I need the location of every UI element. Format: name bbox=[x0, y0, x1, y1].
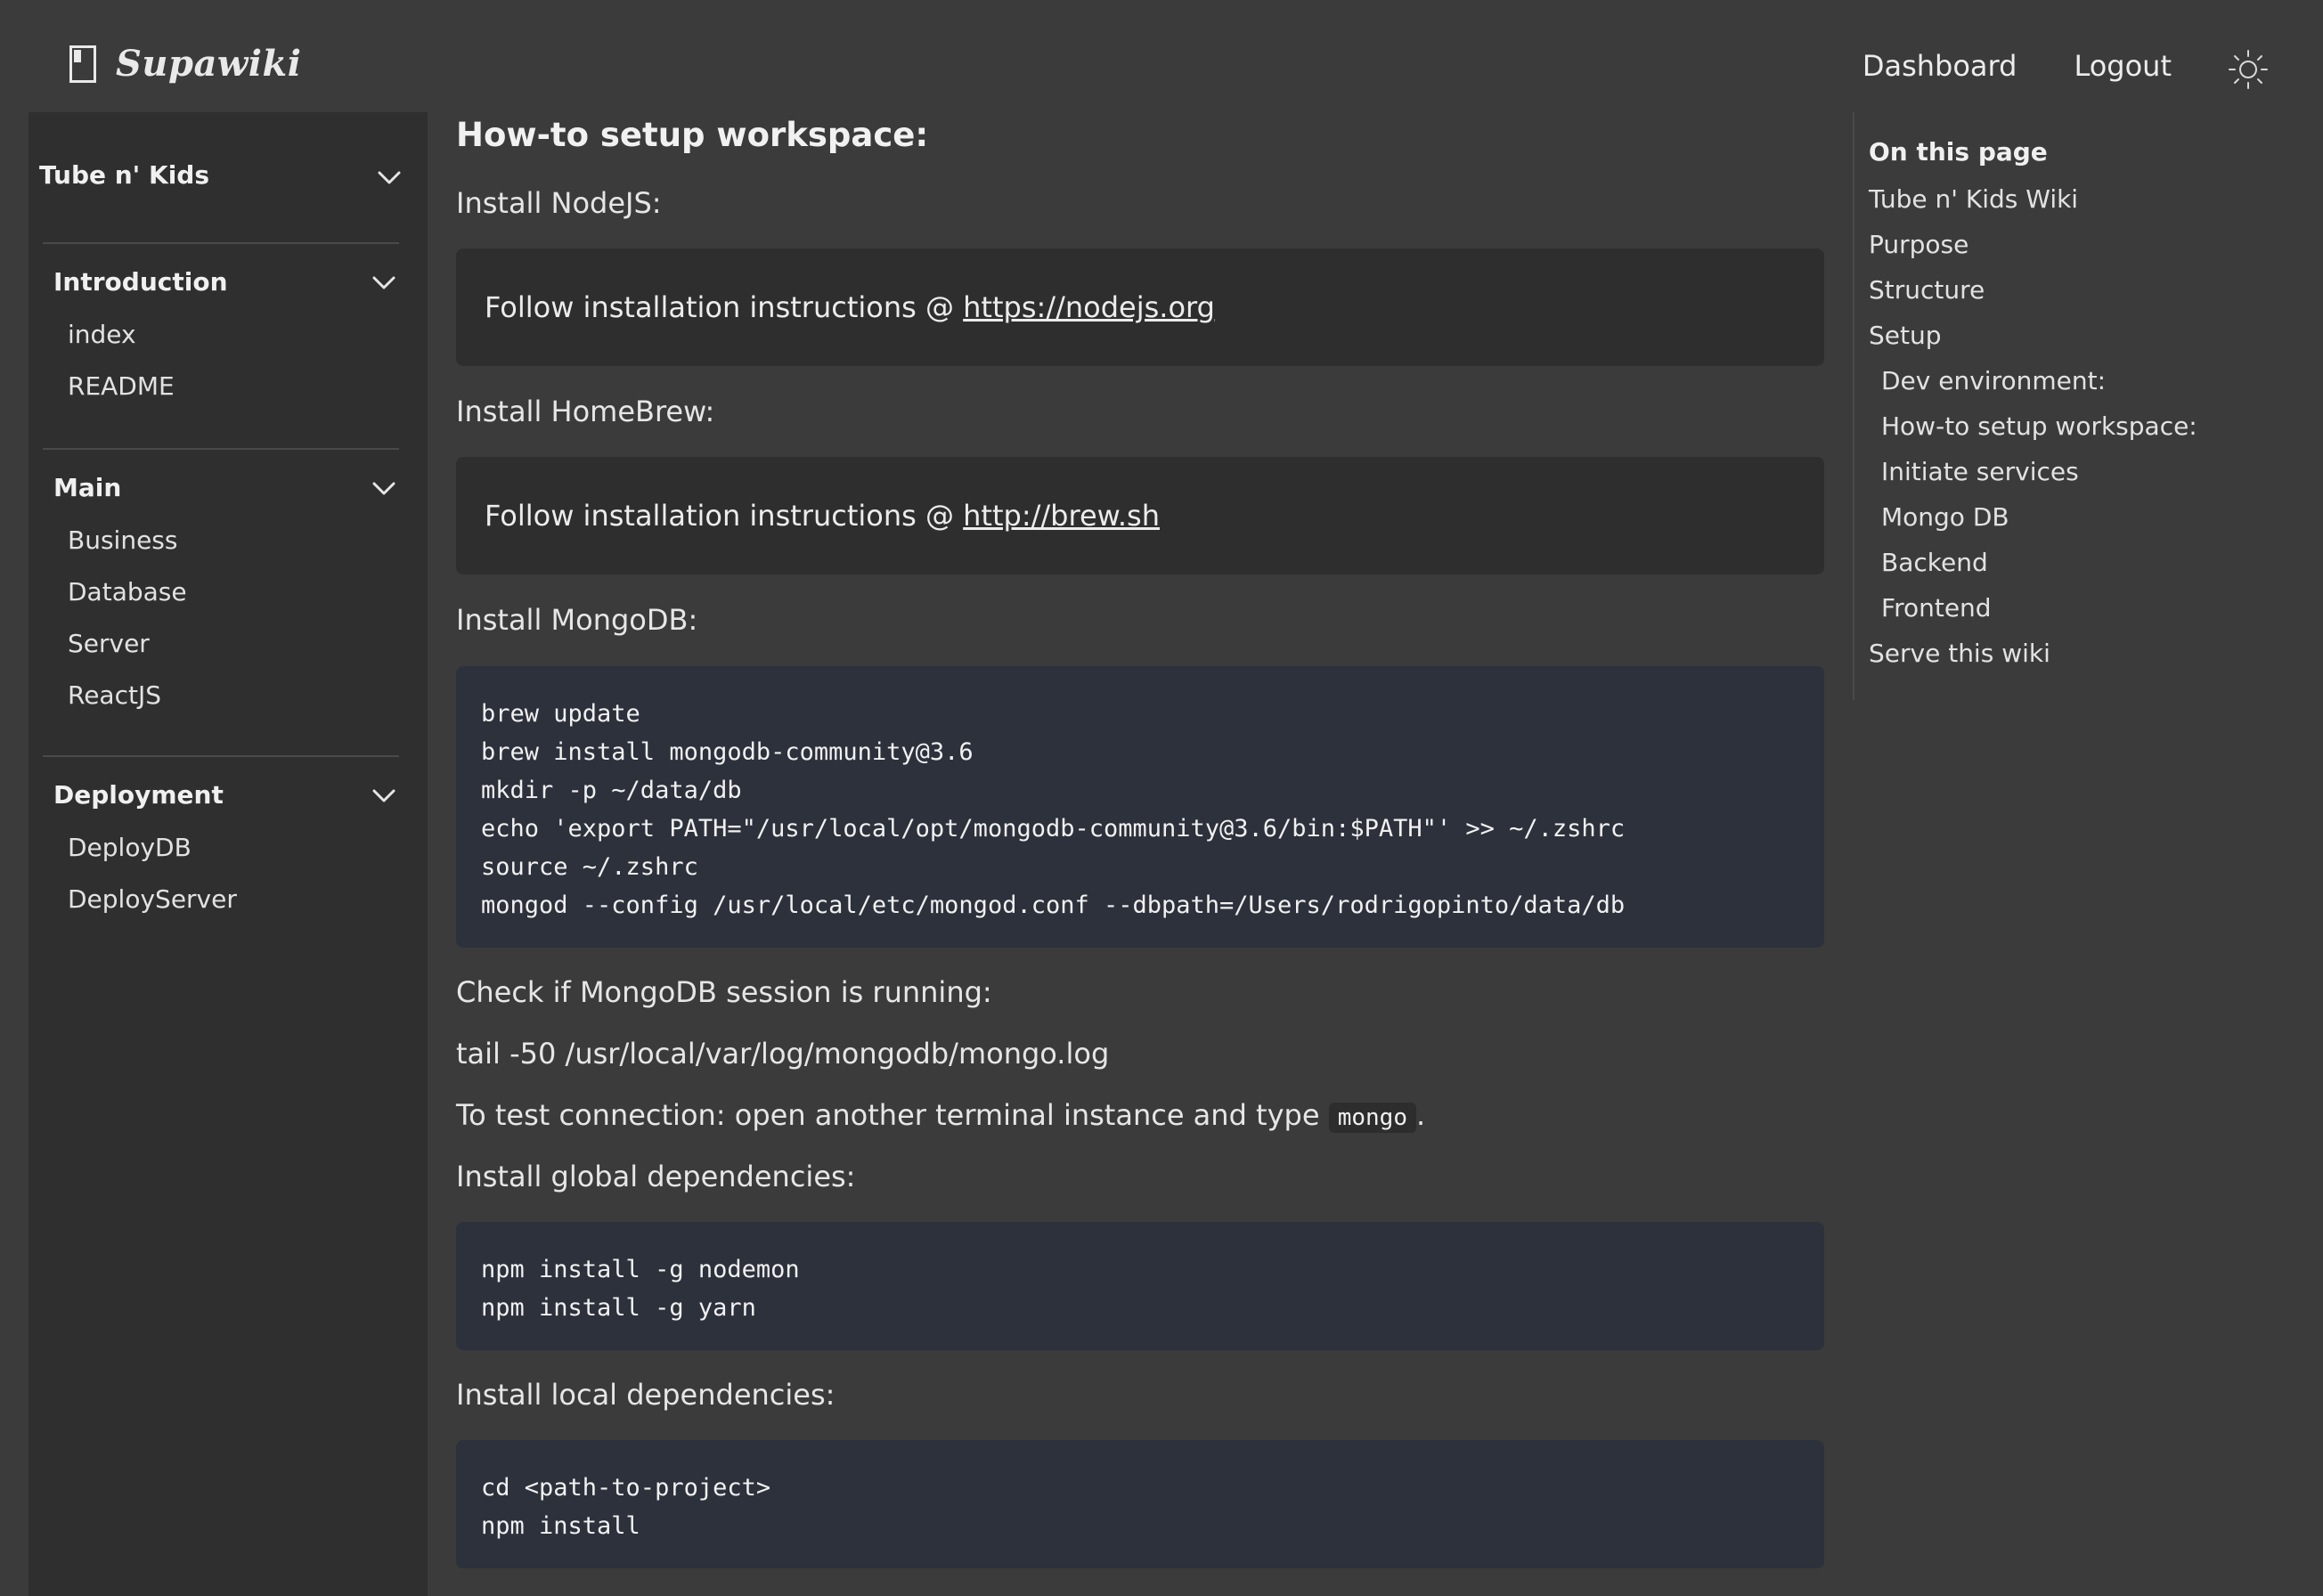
book-logo-icon bbox=[69, 45, 96, 83]
nodejs-link[interactable]: https://nodejs.org bbox=[963, 290, 1215, 324]
toc-item[interactable]: Structure bbox=[1869, 267, 2197, 313]
tail-command-text: tail -50 /usr/local/var/log/mongodb/mong… bbox=[456, 1037, 1110, 1071]
toc-item[interactable]: Setup bbox=[1869, 313, 2197, 358]
logout-link[interactable]: Logout bbox=[2074, 49, 2172, 83]
sidebar-section-title[interactable]: Deployment bbox=[43, 780, 399, 810]
toc-list: Tube n' Kids Wiki Purpose Structure Setu… bbox=[1869, 176, 2197, 676]
test-connection-suffix: . bbox=[1415, 1098, 1426, 1132]
code-line: cd <path-to-project> bbox=[481, 1474, 771, 1502]
node-note-text: Follow installation instructions @ bbox=[485, 290, 964, 324]
code-line: mongod --config /usr/local/etc/mongod.co… bbox=[481, 892, 1626, 919]
sidebar-item-business[interactable]: Business bbox=[43, 515, 399, 566]
sidebar-item-deploydb[interactable]: DeployDB bbox=[43, 822, 399, 874]
sidebar-section-main: Main Business Database Server ReactJS bbox=[43, 448, 399, 721]
sidebar-item-reactjs[interactable]: ReactJS bbox=[43, 670, 399, 721]
chevron-down-icon[interactable] bbox=[369, 267, 399, 297]
sidebar-item-database[interactable]: Database bbox=[43, 566, 399, 618]
install-global-label: Install global dependencies: bbox=[456, 1160, 856, 1193]
sidebar-section-title[interactable]: Main bbox=[43, 473, 399, 502]
toc-item[interactable]: Frontend bbox=[1869, 585, 2197, 631]
code-line: brew install mongodb-community@3.6 bbox=[481, 738, 974, 766]
toc-item[interactable]: Initiate services bbox=[1869, 449, 2197, 494]
node-note: Follow installation instructions @ https… bbox=[456, 248, 1824, 366]
sidebar-item-server[interactable]: Server bbox=[43, 618, 399, 670]
code-line: source ~/.zshrc bbox=[481, 853, 698, 881]
install-local-label: Install local dependencies: bbox=[456, 1378, 835, 1412]
global-code-block[interactable]: npm install -g nodemon npm install -g ya… bbox=[456, 1222, 1824, 1350]
brew-note: Follow installation instructions @ http:… bbox=[456, 457, 1824, 574]
code-line: npm install bbox=[481, 1512, 640, 1540]
sidebar-section-introduction: Introduction index README bbox=[43, 242, 399, 412]
test-connection-text: To test connection: open another termina… bbox=[456, 1095, 1425, 1137]
install-brew-label: Install HomeBrew: bbox=[456, 395, 715, 428]
toc-item[interactable]: Backend bbox=[1869, 540, 2197, 585]
sidebar-section-label: Main bbox=[53, 473, 122, 502]
sidebar-section-label: Introduction bbox=[53, 267, 228, 297]
code-line: mkdir -p ~/data/db bbox=[481, 777, 742, 804]
page-heading: How-to setup workspace: bbox=[456, 116, 929, 154]
toc-item[interactable]: Dev environment: bbox=[1869, 358, 2197, 403]
mongo-code-block[interactable]: brew update brew install mongodb-communi… bbox=[456, 666, 1824, 948]
toc-item[interactable]: Serve this wiki bbox=[1869, 631, 2197, 676]
code-line: echo 'export PATH="/usr/local/opt/mongod… bbox=[481, 815, 1626, 843]
brand-name: Supawiki bbox=[116, 43, 302, 85]
top-bar: Supawiki Dashboard Logout bbox=[0, 0, 2323, 112]
check-mongo-label: Check if MongoDB session is running: bbox=[456, 975, 992, 1009]
top-nav: Dashboard Logout bbox=[1862, 49, 2172, 83]
local-code-block[interactable]: cd <path-to-project> npm install bbox=[456, 1440, 1824, 1568]
sidebar: Tube n' Kids Introduction index README M… bbox=[29, 112, 428, 1596]
sidebar-section-label: Deployment bbox=[53, 780, 224, 810]
table-of-contents: On this page Tube n' Kids Wiki Purpose S… bbox=[1853, 112, 2280, 700]
brew-note-text: Follow installation instructions @ bbox=[485, 499, 964, 533]
toc-title: On this page bbox=[1869, 137, 2048, 167]
chevron-down-icon[interactable] bbox=[374, 162, 404, 192]
sidebar-section-deployment: Deployment DeployDB DeployServer bbox=[43, 755, 399, 925]
sidebar-section-title[interactable]: Introduction bbox=[43, 267, 399, 297]
code-line: npm install -g nodemon bbox=[481, 1256, 800, 1283]
brand[interactable]: Supawiki bbox=[69, 43, 301, 85]
code-line: brew update bbox=[481, 700, 640, 728]
sidebar-project[interactable]: Tube n' Kids bbox=[39, 160, 428, 190]
sidebar-item-deployserver[interactable]: DeployServer bbox=[43, 874, 399, 925]
chevron-down-icon[interactable] bbox=[369, 780, 399, 810]
dashboard-link[interactable]: Dashboard bbox=[1862, 49, 2017, 83]
toc-item[interactable]: Tube n' Kids Wiki bbox=[1869, 176, 2197, 222]
toc-item[interactable]: Purpose bbox=[1869, 222, 2197, 267]
brew-link[interactable]: http://brew.sh bbox=[963, 499, 1160, 533]
toc-item[interactable]: How-to setup workspace: bbox=[1869, 403, 2197, 449]
sidebar-project-title: Tube n' Kids bbox=[39, 160, 209, 190]
code-line: npm install -g yarn bbox=[481, 1294, 756, 1322]
install-node-label: Install NodeJS: bbox=[456, 186, 662, 220]
toc-item[interactable]: Mongo DB bbox=[1869, 494, 2197, 540]
chevron-down-icon[interactable] bbox=[369, 473, 399, 503]
sidebar-item-index[interactable]: index bbox=[43, 309, 399, 361]
sun-icon[interactable] bbox=[2227, 48, 2270, 91]
test-connection-prefix: To test connection: open another termina… bbox=[456, 1098, 1329, 1132]
sidebar-item-readme[interactable]: README bbox=[43, 361, 399, 412]
install-mongo-label: Install MongoDB: bbox=[456, 603, 698, 637]
inline-code-mongo: mongo bbox=[1328, 1103, 1416, 1133]
